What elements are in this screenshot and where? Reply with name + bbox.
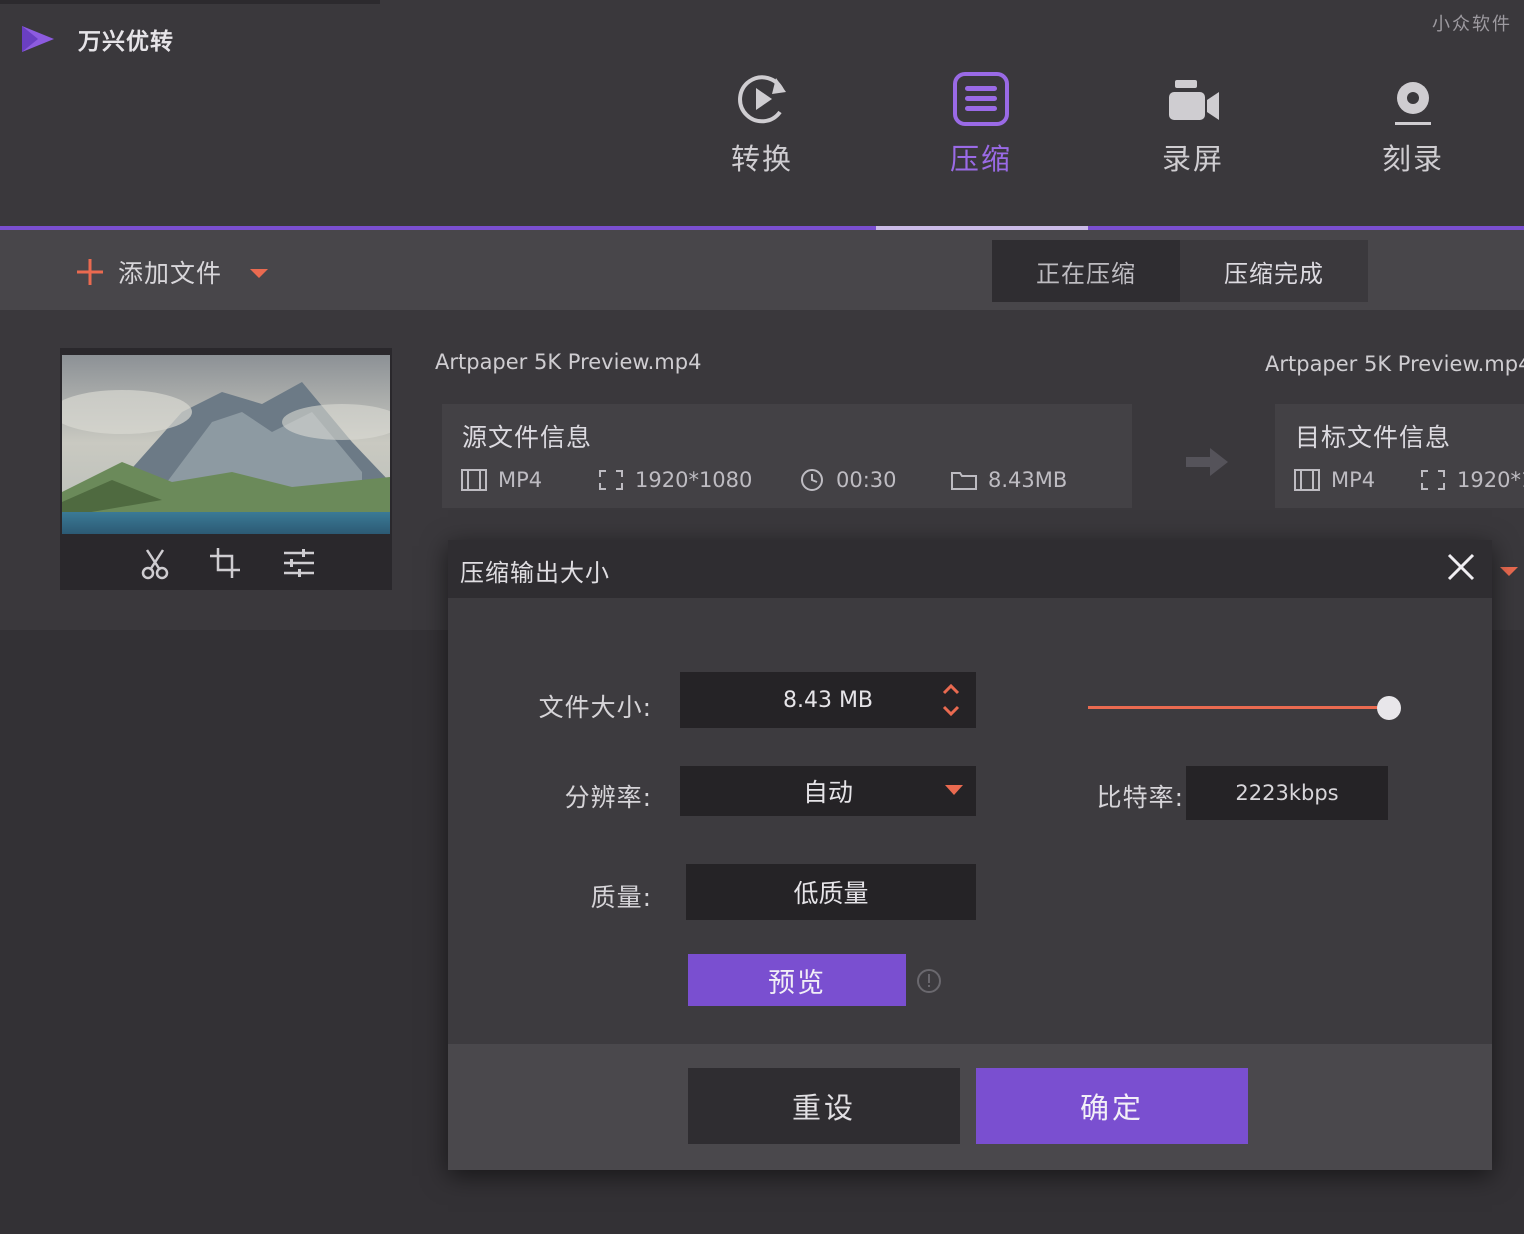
close-icon[interactable] — [1444, 550, 1478, 584]
tab-compress[interactable]: 压缩 — [906, 64, 1056, 194]
convert-icon — [738, 75, 786, 124]
size-slider-track[interactable] — [1088, 706, 1390, 709]
crop-icon[interactable] — [208, 546, 242, 580]
dialog-title: 压缩输出大小 — [460, 559, 610, 587]
source-resolution: 1920*1080 — [597, 466, 752, 494]
target-format: MP4 — [1293, 466, 1375, 494]
app-title: 万兴优转 — [78, 29, 174, 55]
plus-icon — [77, 259, 103, 285]
tab-burn[interactable]: 刻录 — [1338, 64, 1488, 194]
quality-label: 质量: — [590, 883, 652, 912]
scissors-icon[interactable] — [138, 546, 172, 580]
tab-compressed[interactable]: 压缩完成 — [1180, 240, 1368, 302]
source-duration-value: 00:30 — [836, 468, 897, 492]
source-duration: 00:30 — [798, 466, 897, 494]
target-file-name: Artpaper 5K Preview.mp4 — [1265, 352, 1524, 376]
dialog-footer: 重设 确定 — [448, 1044, 1492, 1170]
tab-compressing[interactable]: 正在压缩 — [992, 240, 1180, 302]
tab-convert[interactable]: 转换 — [687, 64, 837, 194]
preview-button[interactable]: 预览 — [688, 954, 906, 1006]
source-resolution-value: 1920*1080 — [635, 468, 753, 492]
tab-burn-label: 刻录 — [1381, 142, 1444, 176]
add-file-label: 添加文件 — [118, 259, 223, 288]
dialog-header: 压缩输出大小 — [448, 540, 1492, 598]
compress-icon — [953, 72, 1009, 126]
arrow-right-icon — [1186, 448, 1228, 476]
resolution-icon — [599, 470, 623, 490]
folder-icon — [951, 472, 977, 490]
size-slider-thumb[interactable] — [1377, 696, 1401, 720]
video-thumbnail-panel — [60, 348, 392, 590]
file-size-input[interactable]: 8.43 MB — [680, 672, 976, 728]
chevron-down-icon[interactable] — [1498, 564, 1520, 578]
top-header: 万兴优转 小众软件 转换 压缩 录屏 刻录 — [0, 0, 1524, 226]
mountain-landscape-image — [62, 352, 390, 534]
info-icon[interactable] — [916, 968, 942, 994]
resolution-select[interactable]: 自动 — [680, 766, 976, 816]
chevron-down-icon[interactable] — [248, 266, 270, 280]
film-icon — [461, 469, 487, 491]
source-size-value: 8.43MB — [988, 468, 1068, 492]
bitrate-field: 2223kbps — [1186, 766, 1388, 820]
watermark-text: 小众软件 — [1432, 14, 1512, 35]
thumbnail-tools — [60, 538, 392, 590]
target-resolution-value: 1920*1 — [1457, 468, 1524, 492]
bitrate-label: 比特率: — [1096, 783, 1184, 812]
source-format-value: MP4 — [498, 468, 543, 492]
app-logo-icon — [22, 26, 54, 52]
source-file-name: Artpaper 5K Preview.mp4 — [435, 350, 702, 374]
target-info-title: 目标文件信息 — [1295, 423, 1452, 452]
film-icon — [1294, 469, 1320, 491]
resolution-icon — [1421, 470, 1445, 490]
file-size-label: 文件大小: — [538, 693, 652, 722]
burn-disc-icon — [1395, 82, 1431, 125]
toolbar: 添加文件 正在压缩 压缩完成 — [0, 230, 1524, 310]
source-info-title: 源文件信息 — [462, 423, 593, 452]
chevron-down-icon — [945, 785, 963, 795]
tab-compress-label: 压缩 — [949, 142, 1012, 176]
source-size: 8.43MB — [950, 466, 1067, 494]
target-format-value: MP4 — [1331, 468, 1376, 492]
file-size-value: 8.43 MB — [782, 687, 874, 713]
adjust-sliders-icon[interactable] — [282, 546, 316, 580]
target-info-panel: 目标文件信息 MP4 1920*1 — [1275, 404, 1524, 508]
quality-select[interactable]: 低质量 — [686, 864, 976, 920]
resolution-label: 分辨率: — [564, 783, 652, 812]
video-thumbnail[interactable] — [62, 352, 390, 534]
reset-button[interactable]: 重设 — [688, 1068, 960, 1144]
source-format: MP4 — [460, 466, 542, 494]
tab-record[interactable]: 录屏 — [1118, 64, 1268, 194]
target-resolution: 1920*1 — [1419, 466, 1524, 494]
tab-convert-label: 转换 — [730, 142, 793, 176]
title-bar-strip — [0, 0, 380, 4]
add-file-button[interactable]: 添加文件 — [76, 254, 222, 290]
tab-record-label: 录屏 — [1161, 142, 1224, 176]
record-screen-icon — [1169, 80, 1219, 120]
resolution-value: 自动 — [802, 778, 853, 807]
source-info-panel: 源文件信息 MP4 1920*1080 00:30 8.43MB — [442, 404, 1132, 508]
clock-icon — [801, 469, 823, 491]
stepper-arrows-icon[interactable] — [940, 681, 962, 719]
confirm-button[interactable]: 确定 — [976, 1068, 1248, 1144]
compress-size-dialog: 压缩输出大小 文件大小: 8.43 MB 分辨率: 自动 比特率: 2223kb… — [448, 540, 1492, 1170]
